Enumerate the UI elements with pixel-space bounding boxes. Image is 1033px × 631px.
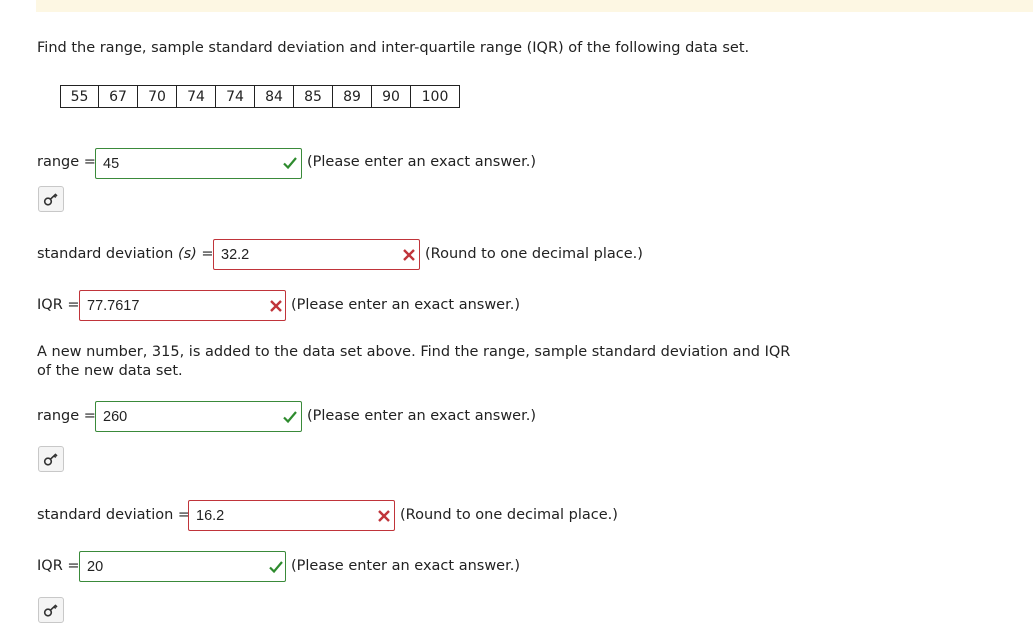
- data-cell: 70: [137, 85, 177, 108]
- new-sd-note: (Round to one decimal place.): [400, 507, 618, 523]
- sd-label-text: standard deviation: [37, 246, 174, 262]
- answer-key-button[interactable]: [38, 186, 64, 212]
- new-sd-label: standard deviation =: [37, 507, 191, 523]
- iqr-note: (Please enter an exact answer.): [291, 297, 520, 313]
- range-label: range =: [37, 154, 96, 170]
- check-icon: [283, 411, 297, 424]
- sd-note: (Round to one decimal place.): [425, 246, 643, 262]
- new-range-label: range =: [37, 408, 96, 424]
- data-cell: 85: [293, 85, 333, 108]
- x-icon: [403, 249, 415, 261]
- sd-equals: =: [201, 246, 214, 262]
- new-range-note: (Please enter an exact answer.): [307, 408, 536, 424]
- sd-symbol: (s): [177, 246, 197, 262]
- key-icon: [43, 453, 58, 466]
- range-note: (Please enter an exact answer.): [307, 154, 536, 170]
- iqr-input[interactable]: 77.7617: [79, 290, 286, 321]
- new-iqr-label: IQR =: [37, 558, 80, 574]
- data-cell: 84: [254, 85, 294, 108]
- data-cell: 67: [98, 85, 138, 108]
- key-icon: [43, 193, 58, 206]
- x-icon: [270, 300, 282, 312]
- data-cell: 89: [332, 85, 372, 108]
- data-cell: 90: [371, 85, 411, 108]
- question-prompt: Find the range, sample standard deviatio…: [37, 40, 750, 56]
- key-icon: [43, 604, 58, 617]
- answer-key-button[interactable]: [38, 597, 64, 623]
- top-banner: [36, 0, 1033, 12]
- part2-prompt: A new number, 315, is added to the data …: [37, 344, 791, 379]
- new-sd-input[interactable]: 16.2: [188, 500, 395, 531]
- iqr-label: IQR =: [37, 297, 80, 313]
- x-icon: [378, 510, 390, 522]
- data-set-table: 55 67 70 74 74 84 85 89 90 100: [60, 85, 460, 108]
- data-cell: 74: [215, 85, 255, 108]
- data-cell: 100: [410, 85, 460, 108]
- range-input[interactable]: 45: [95, 148, 302, 179]
- sd-input[interactable]: 32.2: [213, 239, 420, 270]
- new-range-input[interactable]: 260: [95, 401, 302, 432]
- data-cell: 55: [60, 85, 99, 108]
- answer-key-button[interactable]: [38, 446, 64, 472]
- data-cell: 74: [176, 85, 216, 108]
- new-iqr-note: (Please enter an exact answer.): [291, 558, 520, 574]
- check-icon: [283, 157, 297, 170]
- sd-label: standard deviation (s) =: [37, 245, 214, 264]
- check-icon: [269, 561, 283, 574]
- new-iqr-input[interactable]: 20: [79, 551, 286, 582]
